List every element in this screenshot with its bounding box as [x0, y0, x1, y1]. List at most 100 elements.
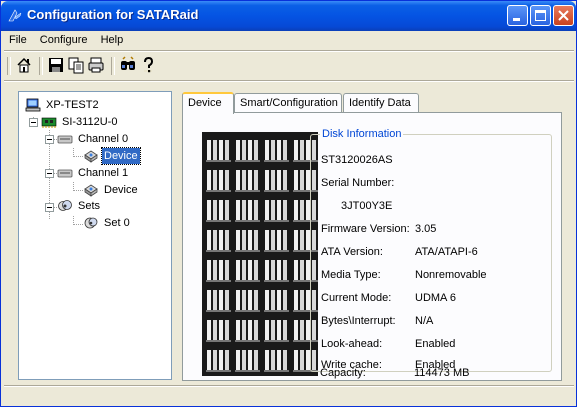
drive-sled: [219, 200, 223, 220]
maximize-button[interactable]: [530, 5, 551, 26]
bay-rail: [264, 250, 289, 252]
tree-label-channel-0-device: Device: [101, 147, 141, 165]
drive-sled: [300, 230, 304, 250]
disk-drive-icon: [84, 150, 98, 163]
drive-sled: [277, 200, 281, 220]
drive-sled: [248, 320, 252, 340]
drive-sled: [277, 170, 281, 190]
tab-label: Device: [188, 97, 222, 109]
app-icon: [8, 9, 22, 22]
drive-sled: [225, 320, 229, 340]
bay-rail: [235, 190, 260, 192]
drive-sled: [265, 320, 269, 340]
drive-sled: [271, 290, 275, 310]
bay-rail: [206, 340, 231, 342]
tab-identify-data[interactable]: Identify Data: [343, 93, 419, 112]
drive-sled: [207, 350, 211, 370]
drive-sled: [294, 140, 298, 160]
drive-sled: [283, 170, 287, 190]
tree-collapse-toggle[interactable]: [45, 135, 54, 144]
drive-sled: [300, 290, 304, 310]
drive-sled: [207, 320, 211, 340]
drive-sled: [219, 320, 223, 340]
drive-sled: [265, 170, 269, 190]
save-icon[interactable]: [47, 56, 65, 74]
computer-icon: [25, 98, 41, 112]
drive-sled: [248, 140, 252, 160]
drive-sled: [294, 350, 298, 370]
tab-device[interactable]: Device: [182, 92, 234, 114]
drive-sled: [254, 260, 258, 280]
device-tab-panel: Disk Information ST3120026AS Serial Numb…: [182, 112, 562, 381]
tree-label-channel-1: Channel 1: [78, 167, 129, 179]
drive-sled: [248, 200, 252, 220]
drive-sled: [242, 230, 246, 250]
title-bar[interactable]: Configuration for SATARaid: [1, 1, 576, 31]
group-title: Disk Information: [320, 128, 404, 140]
drive-sled: [265, 260, 269, 280]
channel-icon: [57, 169, 73, 178]
menu-help[interactable]: Help: [96, 32, 129, 46]
drive-sled: [277, 290, 281, 310]
toolbar-grip: [7, 57, 11, 75]
print-icon[interactable]: [87, 56, 105, 74]
disk-model: ST3120026AS: [321, 154, 393, 166]
raid-set-icon: [84, 217, 98, 229]
drive-sled: [254, 230, 258, 250]
menu-file[interactable]: File: [4, 32, 32, 46]
drive-sled: [300, 200, 304, 220]
tree-label-root: XP-TEST2: [46, 99, 99, 111]
tab-label: Smart/Configuration: [240, 97, 338, 109]
tab-smart-configuration[interactable]: Smart/Configuration: [234, 93, 342, 112]
drive-sled: [277, 260, 281, 280]
drive-sled: [213, 290, 217, 310]
capacity-label: Capacity:: [320, 367, 366, 379]
maximize-icon: [535, 10, 546, 21]
drive-sled: [236, 290, 240, 310]
drive-sled: [236, 260, 240, 280]
tree-collapse-toggle[interactable]: [45, 203, 54, 212]
window-title: Configuration for SATARaid: [27, 7, 199, 22]
toolbar-divider: [39, 57, 43, 75]
device-tree[interactable]: XP-TEST2 SI-3112U-0 Channel 0 Device Cha…: [18, 91, 172, 380]
tree-collapse-toggle[interactable]: [29, 118, 38, 127]
tree-collapse-toggle[interactable]: [45, 169, 54, 178]
bay-rail: [235, 310, 260, 312]
find-icon[interactable]: [119, 56, 137, 74]
drive-sled: [207, 170, 211, 190]
tree-label-channel-1-device: Device: [104, 184, 138, 196]
bay-rail: [206, 250, 231, 252]
drive-sled: [277, 350, 281, 370]
minimize-button[interactable]: [507, 5, 528, 26]
copy-icon[interactable]: [67, 56, 85, 74]
drive-sled: [236, 140, 240, 160]
drive-sled: [213, 200, 217, 220]
tree-connector: [73, 224, 83, 225]
tree-connector: [73, 156, 83, 157]
ata-version-value: ATA/ATAPI-6: [415, 246, 478, 258]
drive-sled: [265, 140, 269, 160]
tree-label-sets: Sets: [78, 200, 101, 212]
media-type-label: Media Type:: [321, 269, 381, 281]
close-button[interactable]: [553, 5, 574, 26]
home-icon[interactable]: [15, 56, 33, 74]
drive-sled: [294, 230, 298, 250]
close-icon: [558, 10, 569, 21]
toolbar-divider: [111, 57, 115, 75]
tree-connector: [73, 190, 83, 191]
bay-rail: [264, 310, 289, 312]
menu-configure[interactable]: Configure: [35, 32, 93, 46]
drive-sled: [242, 260, 246, 280]
bay-rail: [235, 340, 260, 342]
drive-sled: [225, 200, 229, 220]
drive-sled: [283, 290, 287, 310]
help-icon[interactable]: [139, 56, 157, 74]
drive-sled: [219, 350, 223, 370]
disk-information-group: Disk Information ST3120026AS Serial Numb…: [310, 128, 552, 372]
disk-drive-icon: [84, 184, 98, 197]
drive-sled: [242, 320, 246, 340]
drive-sled: [236, 200, 240, 220]
drive-sled: [283, 260, 287, 280]
drive-sled: [207, 140, 211, 160]
drive-sled: [254, 140, 258, 160]
